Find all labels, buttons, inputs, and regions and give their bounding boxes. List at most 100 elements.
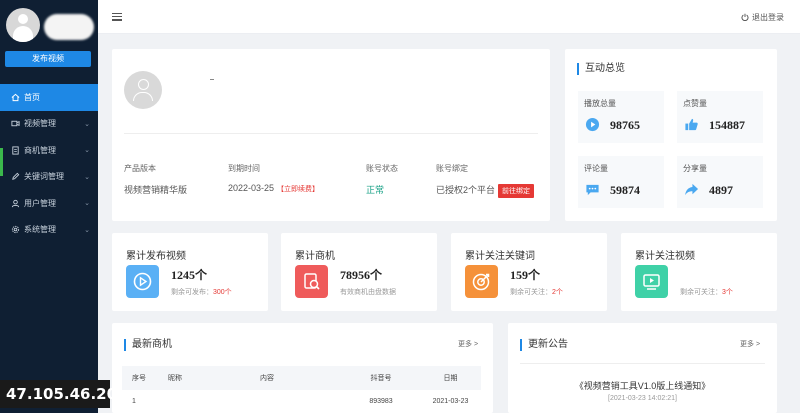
gear-icon	[10, 225, 20, 235]
home-icon	[10, 92, 20, 102]
logout-button[interactable]: 退出登录	[741, 12, 784, 23]
publish-video-button[interactable]: 发布视频	[5, 51, 91, 67]
summary-sub-label: 剩余可关注：	[510, 289, 552, 296]
stat-plays: 播放总量 98765	[578, 91, 664, 143]
summary-title: 累计关注视频	[635, 251, 695, 262]
chevron-down-icon: ⌄	[84, 226, 90, 234]
sidebar-item-home[interactable]: 首页	[0, 84, 98, 111]
stat-label: 播放总量	[584, 99, 616, 108]
window-edge-marker	[0, 148, 3, 176]
interaction-title: 互动总览	[577, 63, 625, 75]
announcement-item-title[interactable]: 《视频营销工具V1.0版上线通知》	[508, 379, 777, 392]
summary-card-followed-videos: 累计关注视频 剩余可关注：3个	[621, 233, 777, 311]
account-binding-value: 已授权2个平台	[436, 185, 496, 195]
announcement-item-date: [2021-03-23 14:02:21]	[608, 395, 677, 402]
stat-label: 评论量	[584, 164, 608, 173]
logout-label: 退出登录	[752, 13, 784, 22]
play-circle-icon	[126, 265, 159, 298]
sidebar-item-label: 视频管理	[24, 119, 56, 129]
chevron-down-icon: ⌄	[84, 200, 90, 207]
summary-card-keywords: 累计关注关键词 159个 剩余可关注：2个	[451, 233, 607, 311]
table-cell: 893983	[369, 398, 393, 405]
chevron-down-icon: ⌄	[84, 120, 90, 128]
avatar[interactable]	[6, 8, 40, 42]
leads-more-link[interactable]: 更多 >	[458, 339, 478, 349]
summary-card-videos: 累计发布视频 1245个 剩余可发布：300个	[112, 233, 268, 311]
share-icon	[684, 182, 699, 197]
renew-link[interactable]: 【立即续费】	[277, 186, 319, 193]
product-version-field: 产品版本 视频营销精华版	[124, 163, 187, 196]
account-binding-label: 账号绑定	[436, 164, 468, 173]
table-row[interactable]: 1 893983 2021-03-23	[122, 390, 481, 413]
interaction-overview-card: 互动总览 播放总量 98765 点赞量 154887 评论量 59874 分享量…	[565, 49, 777, 221]
ip-overlay: 47.105.46.207	[0, 380, 127, 408]
sidebar-item-keywords[interactable]: 关键词管理 ⌄	[0, 164, 98, 191]
username-blurred	[44, 14, 94, 40]
account-profile-card: 产品版本 视频营销精华版 到期时间 2022-03-25 【立即续费】 账号状态 …	[112, 49, 550, 221]
profile-avatar	[124, 71, 162, 109]
table-cell: 2021-03-23	[432, 398, 469, 405]
summary-sub-label: 剩余可发布：	[171, 289, 213, 296]
account-status-field: 账号状态 正常	[366, 163, 398, 196]
sidebar-item-video[interactable]: 视频管理 ⌄	[0, 111, 98, 138]
comment-icon	[585, 182, 600, 197]
sidebar-item-label: 关键词管理	[24, 172, 64, 182]
power-icon	[741, 13, 749, 23]
announcement-more-link[interactable]: 更多 >	[740, 339, 760, 349]
sidebar-menu: 首页 视频管理 ⌄ 商机管理 ⌄ 关键词管理 ⌄ 用户管理 ⌄ 系统管理 ⌄	[0, 84, 98, 243]
sidebar-item-label: 商机管理	[24, 145, 56, 155]
stat-label: 分享量	[683, 164, 707, 173]
go-bind-button[interactable]: 前往绑定	[498, 183, 535, 198]
top-header: 退出登录	[98, 0, 800, 34]
target-icon	[465, 265, 498, 298]
product-version-label: 产品版本	[124, 164, 156, 173]
summary-value: 78956个	[340, 268, 383, 282]
document-icon	[10, 145, 20, 155]
summary-sub-value: 300个	[213, 289, 232, 296]
announcement-title: 更新公告	[520, 339, 568, 351]
column-header: 抖音号	[370, 375, 392, 382]
column-header: 内容	[260, 375, 274, 382]
divider	[520, 363, 765, 364]
search-lead-icon	[295, 265, 328, 298]
sidebar-item-label: 用户管理	[24, 198, 56, 208]
account-status-value: 正常	[366, 185, 385, 195]
expire-date-field: 到期时间 2022-03-25 【立即续费】	[228, 163, 319, 194]
summary-sub-label: 有效商机由盘数据	[340, 289, 396, 296]
sidebar-item-users[interactable]: 用户管理 ⌄	[0, 190, 98, 217]
sidebar-item-system[interactable]: 系统管理 ⌄	[0, 217, 98, 244]
summary-title: 累计关注关键词	[465, 251, 535, 262]
summary-title: 累计商机	[295, 251, 335, 262]
stat-likes: 点赞量 154887	[677, 91, 763, 143]
stat-shares: 分享量 4897	[677, 156, 763, 208]
sidebar-user-panel: 发布视频	[0, 0, 98, 76]
table-cell: 1	[132, 398, 136, 405]
sidebar-item-label: 首页	[24, 92, 40, 102]
stat-value: 4897	[709, 183, 733, 197]
user-icon	[10, 198, 20, 208]
column-header: 序号	[132, 375, 146, 382]
latest-leads-title: 最新商机	[124, 339, 172, 351]
column-header: 昵称	[168, 375, 182, 382]
stat-comments: 评论量 59874	[578, 156, 664, 208]
chevron-down-icon: ⌄	[84, 173, 90, 181]
latest-leads-card: 最新商机 更多 > 序号 昵称 内容 抖音号 日期 1 893983 2021-…	[112, 323, 493, 413]
stat-value: 98765	[610, 118, 640, 132]
expire-date-value: 2022-03-25	[228, 183, 275, 193]
thumbs-up-icon	[684, 117, 699, 132]
chevron-down-icon: ⌄	[84, 147, 90, 154]
menu-toggle-icon[interactable]	[112, 13, 122, 21]
profile-name-placeholder	[210, 79, 214, 80]
summary-sub-value: 3个	[722, 289, 733, 296]
stat-value: 154887	[709, 118, 745, 132]
sidebar-item-leads[interactable]: 商机管理 ⌄	[0, 137, 98, 164]
column-header: 日期	[443, 375, 458, 382]
sidebar-item-label: 系统管理	[24, 225, 56, 235]
leads-table: 序号 昵称 内容 抖音号 日期 1 893983 2021-03-23	[122, 366, 481, 413]
summary-title: 累计发布视频	[126, 251, 186, 262]
stat-value: 59874	[610, 183, 640, 197]
summary-sub-label: 剩余可关注：	[680, 289, 722, 296]
play-icon	[585, 117, 600, 132]
summary-value: 159个	[510, 268, 541, 282]
divider	[124, 133, 538, 134]
